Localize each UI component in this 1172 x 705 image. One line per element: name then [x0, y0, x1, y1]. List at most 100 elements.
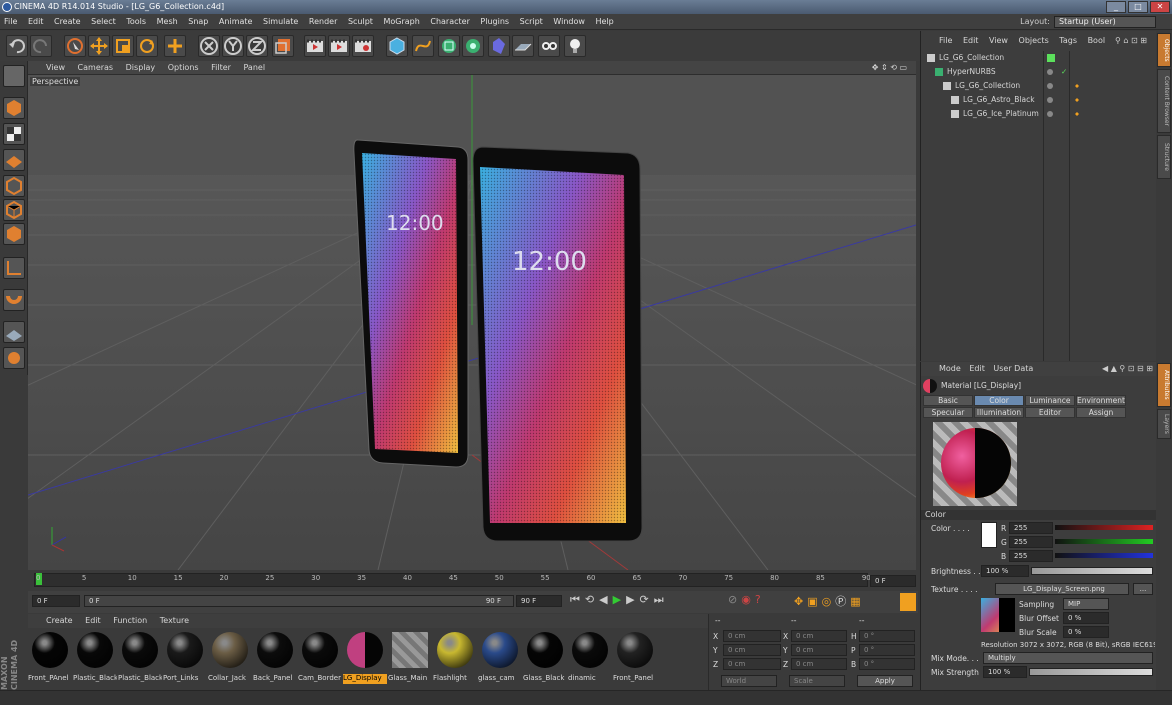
visibility-dot[interactable]: [1047, 111, 1053, 117]
material-swatch[interactable]: dinamic: [568, 630, 612, 684]
mix-strength-field[interactable]: 100 %: [983, 666, 1027, 678]
rot-p-field[interactable]: 0 °: [859, 644, 915, 656]
tab-color[interactable]: Color: [974, 395, 1024, 406]
create-icon[interactable]: [164, 35, 186, 57]
maximize-button[interactable]: □: [1128, 1, 1148, 13]
texture-field[interactable]: LG_Display_Screen.png: [995, 583, 1129, 595]
menu-mograph[interactable]: MoGraph: [383, 17, 419, 26]
menu-script[interactable]: Script: [520, 17, 543, 26]
tab-illumination[interactable]: Illumination: [974, 407, 1024, 418]
attr-nav-icons[interactable]: ◀ ▲ ⚲ ⊡ ⊟ ⊞: [1102, 362, 1153, 376]
viewport-nav-icons[interactable]: ✥ ⇕ ⟲ ▭: [872, 61, 907, 75]
object-row[interactable]: HyperNURBS ✓: [921, 65, 1157, 79]
r-slider[interactable]: [1055, 525, 1153, 530]
scale-icon[interactable]: [112, 35, 134, 57]
object-row[interactable]: LG_G6_Collection: [921, 51, 1157, 65]
sidetab-layers[interactable]: Layers: [1157, 409, 1171, 439]
spline-pen-icon[interactable]: [412, 35, 434, 57]
texture-thumbnail[interactable]: [981, 598, 1015, 632]
y-axis-icon[interactable]: [222, 35, 244, 57]
key-scale-icon[interactable]: ▣: [807, 595, 821, 608]
pos-z-field[interactable]: 0 cm: [723, 658, 781, 670]
coord-mode-select[interactable]: Scale: [789, 675, 845, 687]
go-to-end-icon[interactable]: ⏭: [654, 593, 669, 606]
edges-mode-icon[interactable]: [3, 199, 25, 221]
playback-controls[interactable]: ⏮⟲◀▶▶⟳⏭: [570, 593, 730, 611]
menu-mesh[interactable]: Mesh: [157, 17, 178, 26]
menu-edit[interactable]: Edit: [28, 17, 44, 26]
material-swatch[interactable]: Plastic_Black: [118, 630, 162, 684]
coord-space-select[interactable]: World: [721, 675, 777, 687]
redo-icon[interactable]: [30, 35, 52, 57]
prev-key-icon[interactable]: ⟲: [585, 593, 599, 606]
size-x-field[interactable]: 0 cm: [791, 630, 847, 642]
tab-basic[interactable]: Basic: [923, 395, 973, 406]
nurbs-icon[interactable]: [438, 35, 460, 57]
material-tag-icon[interactable]: [1073, 82, 1081, 90]
soft-selection-icon[interactable]: [3, 347, 25, 369]
timeline-ruler[interactable]: 0 5 10 15 20 25 30 35 40 45 50 55 60 65 70 75 80 85 90 0 F: [28, 571, 918, 591]
undo-icon[interactable]: [6, 35, 28, 57]
apply-button[interactable]: Apply: [857, 675, 913, 687]
snap-icon[interactable]: [3, 289, 25, 311]
material-swatch[interactable]: Front_PAnel: [28, 630, 72, 684]
tab-environment[interactable]: Environment: [1076, 395, 1126, 406]
obj-menu-edit[interactable]: Edit: [963, 36, 979, 45]
start-frame-field[interactable]: 0 F: [32, 595, 80, 607]
obj-menu-tags[interactable]: Tags: [1059, 36, 1077, 45]
deformer-icon[interactable]: [488, 35, 510, 57]
z-axis-icon[interactable]: [246, 35, 268, 57]
floor-icon[interactable]: [512, 35, 534, 57]
object-row[interactable]: LG_G6_Astro_Black: [921, 93, 1157, 107]
obj-search-icon[interactable]: ⚲ ⌂ ⊡ ⊞: [1115, 33, 1147, 49]
camera-icon[interactable]: [538, 35, 560, 57]
material-swatch[interactable]: Port_Links: [163, 630, 207, 684]
obj-menu-bool[interactable]: Bool: [1088, 36, 1106, 45]
material-swatch[interactable]: Flashlight: [433, 630, 477, 684]
size-z-field[interactable]: 0 cm: [791, 658, 847, 670]
next-key-icon[interactable]: ⟳: [640, 593, 654, 606]
brightness-slider[interactable]: [1031, 567, 1153, 575]
material-menu-edit[interactable]: Edit: [85, 616, 101, 625]
color-swatch[interactable]: [981, 522, 997, 548]
texture-browse-button[interactable]: ...: [1133, 583, 1153, 595]
g-field[interactable]: 255: [1009, 536, 1053, 548]
go-to-start-icon[interactable]: ⏮: [570, 593, 585, 606]
perspective-viewport[interactable]: 12:00 12:00: [28, 75, 916, 570]
tab-editor[interactable]: Editor: [1025, 407, 1075, 418]
visibility-dot[interactable]: [1047, 69, 1053, 75]
material-swatch[interactable]: Front_Panel: [613, 630, 657, 684]
menu-animate[interactable]: Animate: [219, 17, 253, 26]
menu-help[interactable]: Help: [595, 17, 613, 26]
menu-tools[interactable]: Tools: [126, 17, 146, 26]
timeline-window-icon[interactable]: [900, 593, 916, 611]
material-swatch[interactable]: Glass_Main: [388, 630, 432, 684]
b-field[interactable]: 255: [1009, 550, 1053, 562]
object-row[interactable]: LG_G6_Ice_Platinum: [921, 107, 1157, 121]
material-swatch[interactable]: Collar_Jack: [208, 630, 252, 684]
material-swatch[interactable]: Back_Panel: [253, 630, 297, 684]
material-menu-create[interactable]: Create: [46, 616, 73, 625]
keyframe-icon[interactable]: ⊘: [728, 593, 741, 606]
attr-menu-userdata[interactable]: User Data: [993, 364, 1033, 373]
material-tag-icon[interactable]: [1073, 110, 1081, 118]
menu-select[interactable]: Select: [91, 17, 116, 26]
menu-render[interactable]: Render: [309, 17, 337, 26]
pos-y-field[interactable]: 0 cm: [723, 644, 781, 656]
axis-mode-icon[interactable]: [3, 257, 25, 279]
tab-specular[interactable]: Specular: [923, 407, 973, 418]
viewport-menu-display[interactable]: Display: [126, 63, 156, 72]
array-icon[interactable]: [462, 35, 484, 57]
live-selection-icon[interactable]: [64, 35, 86, 57]
light-icon[interactable]: [564, 35, 586, 57]
phone-astro-black[interactable]: 12:00: [353, 139, 469, 468]
menu-plugins[interactable]: Plugins: [480, 17, 509, 26]
move-icon[interactable]: [88, 35, 110, 57]
current-frame-field[interactable]: 0 F: [870, 575, 916, 587]
layout-select[interactable]: Startup (User): [1054, 16, 1156, 28]
visibility-dot[interactable]: [1047, 97, 1053, 103]
sidetab-attributes[interactable]: Attributes: [1157, 363, 1171, 407]
viewport-menu-options[interactable]: Options: [168, 63, 199, 72]
material-swatch[interactable]: Plastic_Black: [73, 630, 117, 684]
record-controls[interactable]: ⊘◉?: [728, 593, 784, 611]
